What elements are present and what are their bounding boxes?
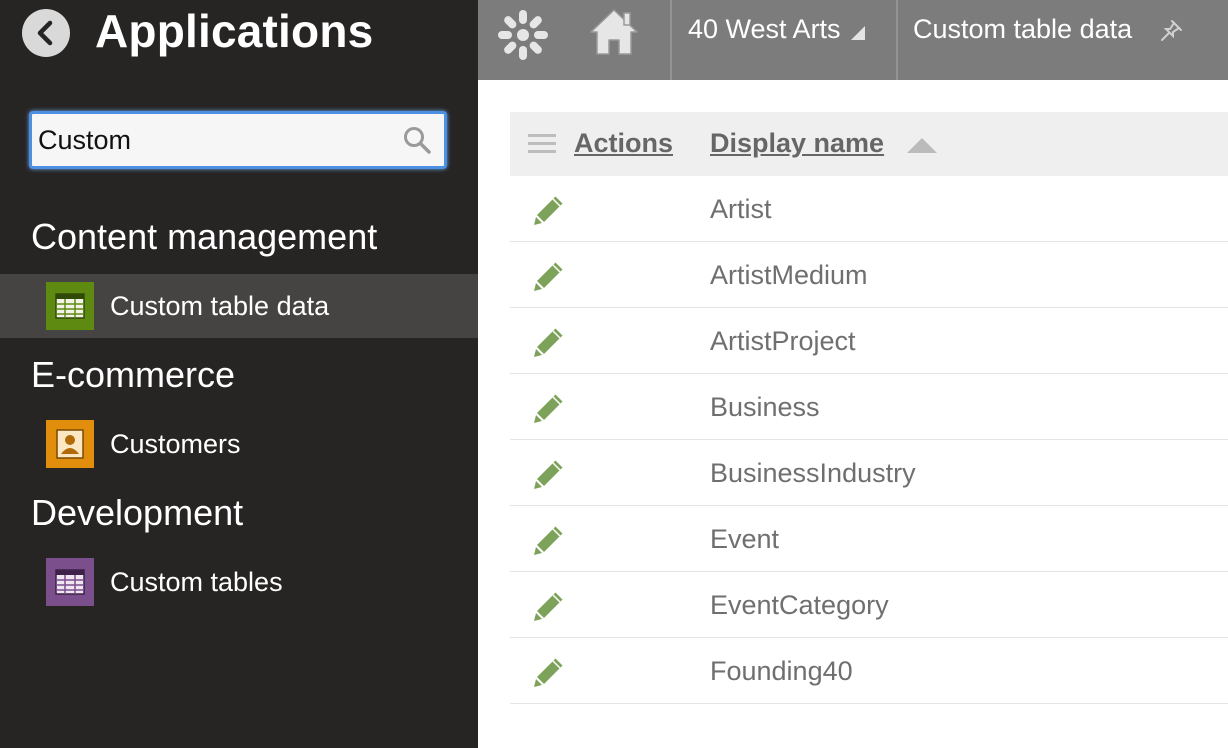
edit-pencil-icon[interactable] xyxy=(532,655,566,689)
table-row: Founding40 xyxy=(510,638,1228,704)
pin-icon[interactable] xyxy=(1158,18,1184,44)
app-item-customers[interactable]: Customers xyxy=(0,412,478,476)
app-item-label: Custom tables xyxy=(110,566,283,597)
app-item-label: Customers xyxy=(110,428,241,459)
table-row: Business xyxy=(510,374,1228,440)
home-icon[interactable] xyxy=(588,6,640,58)
top-bar: 40 West Arts Custom table data xyxy=(478,0,1228,80)
table-row: ArtistProject xyxy=(510,308,1228,374)
row-display-name: EventCategory xyxy=(710,590,889,620)
app-item-custom-tables[interactable]: Custom tables xyxy=(0,550,478,614)
table-row: EventCategory xyxy=(510,572,1228,638)
table-row: Event xyxy=(510,506,1228,572)
application-search[interactable] xyxy=(29,111,447,169)
grid-body: Artist ArtistMedium ArtistProject Busine… xyxy=(510,176,1228,704)
category-heading-e-commerce: E-commerce xyxy=(31,354,236,395)
topbar-divider xyxy=(896,0,898,80)
actions-column-header[interactable]: Actions xyxy=(574,128,673,159)
row-display-name: ArtistMedium xyxy=(710,260,868,290)
row-display-name: Founding40 xyxy=(710,656,853,686)
row-display-name: ArtistProject xyxy=(710,326,856,356)
grid-header: Actions Display name xyxy=(510,112,1228,176)
edit-pencil-icon[interactable] xyxy=(532,193,566,227)
table-row: ArtistMedium xyxy=(510,242,1228,308)
column-menu-icon[interactable] xyxy=(528,134,556,154)
custom-tables-grid: Actions Display name Artist ArtistMedium xyxy=(510,112,1228,704)
row-display-name: Event xyxy=(710,524,780,554)
customer-card-icon xyxy=(46,420,94,468)
edit-pencil-icon[interactable] xyxy=(532,589,566,623)
topbar-divider xyxy=(670,0,672,80)
back-button[interactable] xyxy=(22,9,70,57)
site-name: 40 West Arts xyxy=(688,14,841,44)
category-heading-content-management: Content management xyxy=(31,216,378,257)
site-selector[interactable]: 40 West Arts xyxy=(688,14,865,45)
table-row: BusinessIndustry xyxy=(510,440,1228,506)
applications-sidebar: Applications Content management Custom t… xyxy=(0,0,478,748)
current-application-title: Custom table data xyxy=(913,14,1133,44)
table-row: Artist xyxy=(510,176,1228,242)
search-icon[interactable] xyxy=(402,125,432,155)
display-name-column-header[interactable]: Display name xyxy=(710,128,884,159)
sidebar-header: Applications xyxy=(0,0,478,70)
row-display-name: Artist xyxy=(710,194,772,224)
table-icon xyxy=(46,558,94,606)
caret-down-icon xyxy=(850,26,865,40)
chevron-left-icon xyxy=(37,20,53,46)
app-item-label: Custom table data xyxy=(110,290,330,321)
edit-pencil-icon[interactable] xyxy=(532,259,566,293)
kentico-logo-icon[interactable] xyxy=(494,6,552,64)
sidebar-title: Applications xyxy=(95,5,374,57)
edit-pencil-icon[interactable] xyxy=(532,391,566,425)
category-heading-development: Development xyxy=(31,492,244,533)
row-display-name: Business xyxy=(710,392,820,422)
row-display-name: BusinessIndustry xyxy=(710,458,916,488)
edit-pencil-icon[interactable] xyxy=(532,457,566,491)
search-input[interactable] xyxy=(38,122,398,158)
table-icon xyxy=(46,282,94,330)
app-item-custom-table-data[interactable]: Custom table data xyxy=(0,274,478,338)
sort-ascending-icon[interactable] xyxy=(907,138,937,153)
edit-pencil-icon[interactable] xyxy=(532,325,566,359)
edit-pencil-icon[interactable] xyxy=(532,523,566,557)
